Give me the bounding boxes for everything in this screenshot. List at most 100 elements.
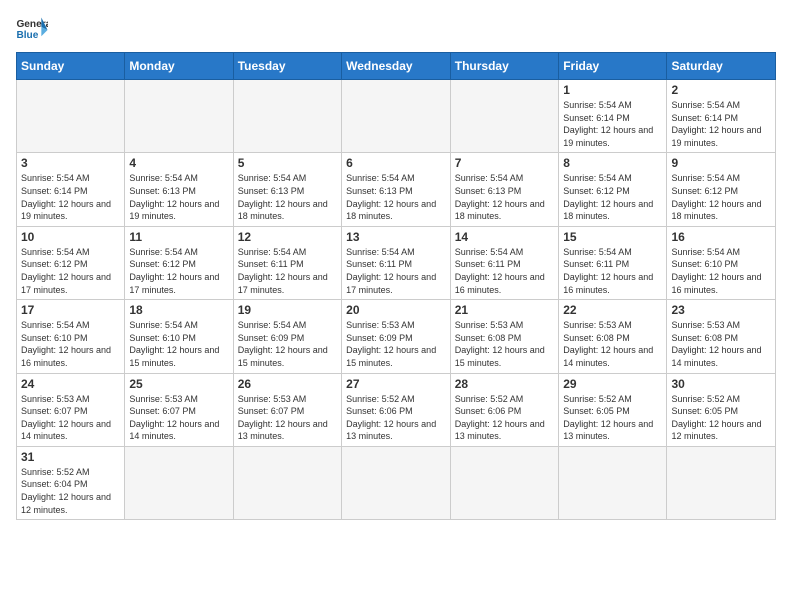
- day-number: 14: [455, 230, 554, 244]
- calendar-cell: 25 Sunrise: 5:53 AM Sunset: 6:07 PM Dayli…: [125, 373, 233, 446]
- calendar-cell: 6Sunrise: 5:54 AM Sunset: 6:13 PM Daylig…: [342, 153, 451, 226]
- calendar-week-2: 3Sunrise: 5:54 AM Sunset: 6:14 PM Daylig…: [17, 153, 776, 226]
- calendar-cell: 27 Sunrise: 5:52 AM Sunset: 6:06 PM Dayli…: [342, 373, 451, 446]
- calendar-week-4: 17Sunrise: 5:54 AM Sunset: 6:10 PM Dayli…: [17, 300, 776, 373]
- calendar-cell: 12 Sunrise: 5:54 AM Sunset: 6:11 PM Dayli…: [233, 226, 341, 299]
- calendar-cell: 24 Sunrise: 5:53 AM Sunset: 6:07 PM Dayli…: [17, 373, 125, 446]
- calendar-cell: 28Sunrise: 5:52 AM Sunset: 6:06 PM Dayli…: [450, 373, 558, 446]
- day-number: 1: [563, 83, 662, 97]
- calendar-cell: [233, 80, 341, 153]
- weekday-header-wednesday: Wednesday: [342, 53, 451, 80]
- calendar-cell: 5Sunrise: 5:54 AM Sunset: 6:13 PM Daylig…: [233, 153, 341, 226]
- day-number: 20: [346, 303, 446, 317]
- calendar-week-6: 31 Sunrise: 5:52 AM Sunset: 6:04 PM Dayli…: [17, 446, 776, 519]
- calendar-cell: 9 Sunrise: 5:54 AM Sunset: 6:12 PM Daylig…: [667, 153, 776, 226]
- calendar-cell: 3Sunrise: 5:54 AM Sunset: 6:14 PM Daylig…: [17, 153, 125, 226]
- day-info: Sunrise: 5:52 AM Sunset: 6:05 PM Dayligh…: [563, 393, 662, 443]
- day-info: Sunrise: 5:53 AM Sunset: 6:09 PM Dayligh…: [346, 319, 446, 369]
- day-info: Sunrise: 5:53 AM Sunset: 6:07 PM Dayligh…: [129, 393, 228, 443]
- calendar-week-3: 10 Sunrise: 5:54 AM Sunset: 6:12 PM Dayli…: [17, 226, 776, 299]
- calendar-cell: [17, 80, 125, 153]
- day-number: 25: [129, 377, 228, 391]
- calendar-cell: 22 Sunrise: 5:53 AM Sunset: 6:08 PM Dayli…: [559, 300, 667, 373]
- day-number: 18: [129, 303, 228, 317]
- calendar-cell: [559, 446, 667, 519]
- day-info: Sunrise: 5:54 AM Sunset: 6:14 PM Dayligh…: [563, 99, 662, 149]
- day-info: Sunrise: 5:54 AM Sunset: 6:12 PM Dayligh…: [671, 172, 771, 222]
- calendar-cell: 8Sunrise: 5:54 AM Sunset: 6:12 PM Daylig…: [559, 153, 667, 226]
- calendar-cell: 2Sunrise: 5:54 AM Sunset: 6:14 PM Daylig…: [667, 80, 776, 153]
- day-info: Sunrise: 5:54 AM Sunset: 6:11 PM Dayligh…: [455, 246, 554, 296]
- day-info: Sunrise: 5:54 AM Sunset: 6:13 PM Dayligh…: [455, 172, 554, 222]
- day-number: 8: [563, 156, 662, 170]
- day-info: Sunrise: 5:54 AM Sunset: 6:10 PM Dayligh…: [21, 319, 120, 369]
- day-info: Sunrise: 5:53 AM Sunset: 6:08 PM Dayligh…: [671, 319, 771, 369]
- calendar-cell: 10 Sunrise: 5:54 AM Sunset: 6:12 PM Dayli…: [17, 226, 125, 299]
- day-number: 21: [455, 303, 554, 317]
- day-info: Sunrise: 5:52 AM Sunset: 6:06 PM Dayligh…: [346, 393, 446, 443]
- day-info: Sunrise: 5:54 AM Sunset: 6:11 PM Dayligh…: [346, 246, 446, 296]
- day-info: Sunrise: 5:54 AM Sunset: 6:10 PM Dayligh…: [671, 246, 771, 296]
- day-number: 13: [346, 230, 446, 244]
- calendar-cell: [342, 446, 451, 519]
- calendar-cell: 15 Sunrise: 5:54 AM Sunset: 6:11 PM Dayli…: [559, 226, 667, 299]
- day-number: 30: [671, 377, 771, 391]
- day-number: 9: [671, 156, 771, 170]
- day-number: 28: [455, 377, 554, 391]
- day-info: Sunrise: 5:54 AM Sunset: 6:09 PM Dayligh…: [238, 319, 337, 369]
- weekday-header-monday: Monday: [125, 53, 233, 80]
- day-info: Sunrise: 5:54 AM Sunset: 6:11 PM Dayligh…: [238, 246, 337, 296]
- day-info: Sunrise: 5:54 AM Sunset: 6:13 PM Dayligh…: [129, 172, 228, 222]
- day-number: 31: [21, 450, 120, 464]
- day-number: 23: [671, 303, 771, 317]
- day-info: Sunrise: 5:54 AM Sunset: 6:12 PM Dayligh…: [129, 246, 228, 296]
- day-number: 24: [21, 377, 120, 391]
- day-number: 2: [671, 83, 771, 97]
- calendar-week-5: 24 Sunrise: 5:53 AM Sunset: 6:07 PM Dayli…: [17, 373, 776, 446]
- calendar-cell: [450, 80, 558, 153]
- calendar-cell: 29 Sunrise: 5:52 AM Sunset: 6:05 PM Dayli…: [559, 373, 667, 446]
- calendar-week-1: 1 Sunrise: 5:54 AM Sunset: 6:14 PM Daylig…: [17, 80, 776, 153]
- calendar-cell: 1 Sunrise: 5:54 AM Sunset: 6:14 PM Daylig…: [559, 80, 667, 153]
- day-number: 29: [563, 377, 662, 391]
- weekday-header-saturday: Saturday: [667, 53, 776, 80]
- day-number: 12: [238, 230, 337, 244]
- day-number: 22: [563, 303, 662, 317]
- day-number: 19: [238, 303, 337, 317]
- calendar-cell: [450, 446, 558, 519]
- day-number: 27: [346, 377, 446, 391]
- day-number: 15: [563, 230, 662, 244]
- logo-icon: General Blue: [16, 16, 48, 44]
- calendar-cell: 16 Sunrise: 5:54 AM Sunset: 6:10 PM Dayli…: [667, 226, 776, 299]
- calendar-cell: [233, 446, 341, 519]
- calendar-cell: 14 Sunrise: 5:54 AM Sunset: 6:11 PM Dayli…: [450, 226, 558, 299]
- day-info: Sunrise: 5:53 AM Sunset: 6:07 PM Dayligh…: [21, 393, 120, 443]
- day-number: 7: [455, 156, 554, 170]
- day-number: 4: [129, 156, 228, 170]
- day-info: Sunrise: 5:54 AM Sunset: 6:12 PM Dayligh…: [21, 246, 120, 296]
- svg-text:Blue: Blue: [16, 30, 38, 41]
- day-number: 6: [346, 156, 446, 170]
- weekday-header-tuesday: Tuesday: [233, 53, 341, 80]
- day-info: Sunrise: 5:54 AM Sunset: 6:10 PM Dayligh…: [129, 319, 228, 369]
- logo: General Blue: [16, 16, 48, 44]
- calendar-cell: 26Sunrise: 5:53 AM Sunset: 6:07 PM Dayli…: [233, 373, 341, 446]
- day-info: Sunrise: 5:53 AM Sunset: 6:08 PM Dayligh…: [563, 319, 662, 369]
- day-info: Sunrise: 5:52 AM Sunset: 6:04 PM Dayligh…: [21, 466, 120, 516]
- calendar-table: SundayMondayTuesdayWednesdayThursdayFrid…: [16, 52, 776, 520]
- day-number: 26: [238, 377, 337, 391]
- day-number: 16: [671, 230, 771, 244]
- weekday-header-sunday: Sunday: [17, 53, 125, 80]
- calendar-cell: 7 Sunrise: 5:54 AM Sunset: 6:13 PM Daylig…: [450, 153, 558, 226]
- calendar-cell: [125, 446, 233, 519]
- calendar-cell: 20 Sunrise: 5:53 AM Sunset: 6:09 PM Dayli…: [342, 300, 451, 373]
- calendar-cell: 17Sunrise: 5:54 AM Sunset: 6:10 PM Dayli…: [17, 300, 125, 373]
- day-number: 10: [21, 230, 120, 244]
- calendar-cell: 30 Sunrise: 5:52 AM Sunset: 6:05 PM Dayli…: [667, 373, 776, 446]
- calendar-cell: [342, 80, 451, 153]
- calendar-cell: [667, 446, 776, 519]
- day-number: 11: [129, 230, 228, 244]
- day-info: Sunrise: 5:52 AM Sunset: 6:05 PM Dayligh…: [671, 393, 771, 443]
- day-info: Sunrise: 5:54 AM Sunset: 6:11 PM Dayligh…: [563, 246, 662, 296]
- day-number: 3: [21, 156, 120, 170]
